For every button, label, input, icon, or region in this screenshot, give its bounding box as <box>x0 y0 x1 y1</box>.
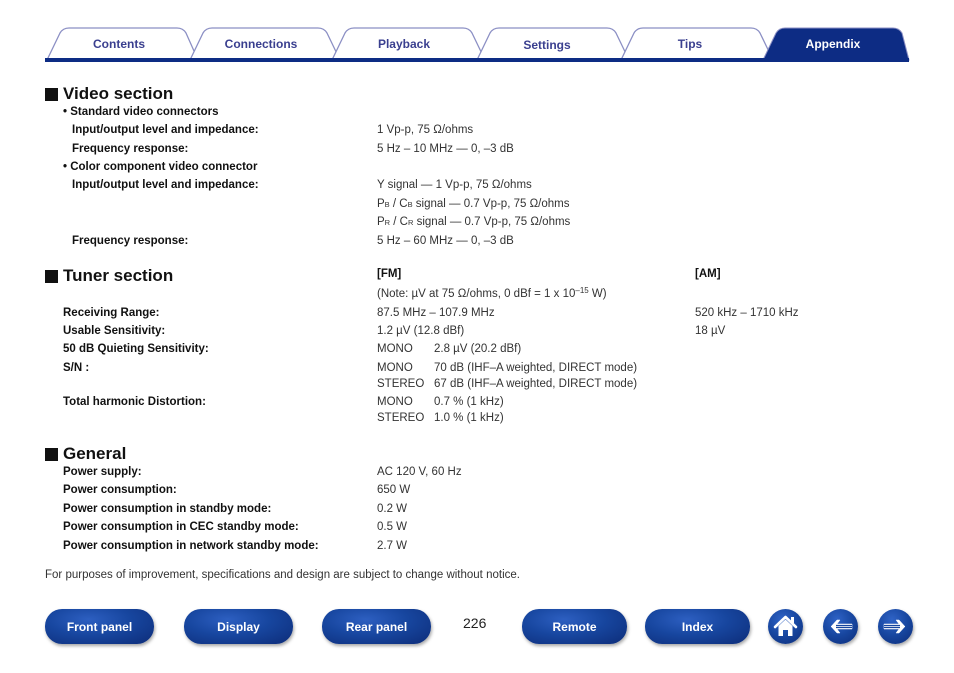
square-bullet-icon <box>45 87 58 101</box>
pb-main: P <box>377 198 385 210</box>
tab-connections[interactable]: Connections <box>211 37 311 51</box>
mode-mono: MONO <box>377 362 413 374</box>
pr-rest: signal — 0.7 Vp-p, 75 Ω/ohms <box>413 216 571 228</box>
usable-sensitivity-am: 18 µV <box>695 325 726 337</box>
sn-mono: MONO 70 dB (IHF–A weighted, DIRECT mode) <box>377 362 637 374</box>
general-row-label: Power consumption in standby mode: <box>63 503 272 515</box>
tuner-note: (Note: µV at 75 Ω/ohms, 0 dBf = 1 x 10–1… <box>377 286 607 301</box>
arrow-right-icon <box>883 619 906 634</box>
video-section-title: Video section <box>63 84 174 103</box>
component-pb-value: PB / CB signal — 0.7 Vp-p, 75 Ω/ohms <box>377 198 570 210</box>
sn-mono-value: 70 dB (IHF–A weighted, DIRECT mode) <box>434 362 638 374</box>
mode-mono: MONO <box>377 396 413 408</box>
receiving-range-am: 520 kHz – 1710 kHz <box>695 307 799 319</box>
general-section-heading: General <box>45 444 126 464</box>
standard-freq-value: 5 Hz – 10 MHz — 0, –3 dB <box>377 143 514 155</box>
home-button[interactable] <box>768 609 803 644</box>
usable-sensitivity-label: Usable Sensitivity: <box>63 325 166 337</box>
arrow-left-icon <box>830 619 853 634</box>
component-io-label: Input/output level and impedance: <box>72 179 259 191</box>
pr-main: P <box>377 216 385 228</box>
square-bullet-icon <box>45 447 58 461</box>
mode-mono: MONO <box>377 343 413 355</box>
am-header: [AM] <box>695 268 721 280</box>
thd-mono-value: 0.7 % (1 kHz) <box>434 396 504 408</box>
fm-header: [FM] <box>377 268 402 280</box>
sn-label: S/N : <box>63 362 90 374</box>
rear-panel-button[interactable]: Rear panel <box>322 609 431 644</box>
standard-video-heading: • Standard video connectors <box>63 106 219 118</box>
thd-label: Total harmonic Distortion: <box>63 396 206 408</box>
tab-playback[interactable]: Playback <box>354 37 454 51</box>
tuner-section-title: Tuner section <box>63 266 174 285</box>
component-freq-value: 5 Hz – 60 MHz — 0, –3 dB <box>377 235 514 247</box>
component-video-heading: • Color component video connector <box>63 161 258 173</box>
general-row-label: Power supply: <box>63 466 142 478</box>
receiving-range-label: Receiving Range: <box>63 307 160 319</box>
standard-freq-label: Frequency response: <box>72 143 189 155</box>
general-row-value: AC 120 V, 60 Hz <box>377 466 462 478</box>
pb-rest: signal — 0.7 Vp-p, 75 Ω/ohms <box>412 198 570 210</box>
display-button[interactable]: Display <box>184 609 293 644</box>
tabs-outline <box>46 27 910 61</box>
pr-sep: / C <box>390 216 408 228</box>
tab-underline <box>45 58 909 62</box>
component-pr-value: PR / CR signal — 0.7 Vp-p, 75 Ω/ohms <box>377 216 570 228</box>
general-row-value: 0.2 W <box>377 503 408 515</box>
tuner-section-heading: Tuner section <box>45 266 173 286</box>
general-row-value: 650 W <box>377 484 411 496</box>
tab-tips[interactable]: Tips <box>640 37 740 51</box>
chapter-tabs: Contents Connections Playback Settings T… <box>45 27 910 62</box>
component-y-value: Y signal — 1 Vp-p, 75 Ω/ohms <box>377 179 532 191</box>
tab-settings[interactable]: Settings <box>497 38 597 52</box>
general-row-label: Power consumption in CEC standby mode: <box>63 521 299 533</box>
tab-appendix[interactable]: Appendix <box>783 37 883 51</box>
thd-stereo: STEREO 1.0 % (1 kHz) <box>377 412 504 424</box>
forward-button[interactable] <box>878 609 913 644</box>
page-number: 226 <box>463 615 487 631</box>
general-row-value: 2.7 W <box>377 540 408 552</box>
note-exponent: –15 <box>575 286 589 295</box>
general-row-label: Power consumption: <box>63 484 177 496</box>
front-panel-button[interactable]: Front panel <box>45 609 154 644</box>
sn-stereo: STEREO 67 dB (IHF–A weighted, DIRECT mode… <box>377 378 637 390</box>
back-button[interactable] <box>823 609 858 644</box>
general-row-label: Power consumption in network standby mod… <box>63 540 319 552</box>
mode-stereo: STEREO <box>377 378 425 390</box>
standard-io-value: 1 Vp-p, 75 Ω/ohms <box>377 124 474 136</box>
note-prefix: (Note: µV at 75 Ω/ohms, 0 dBf = 1 x 10 <box>377 288 576 300</box>
note-suffix: W) <box>588 288 607 300</box>
remote-button[interactable]: Remote <box>522 609 627 644</box>
sn-stereo-value: 67 dB (IHF–A weighted, DIRECT mode) <box>434 378 638 390</box>
tab-contents[interactable]: Contents <box>69 37 169 51</box>
pb-sep: / C <box>389 198 408 210</box>
index-button[interactable]: Index <box>645 609 750 644</box>
general-section-title: General <box>63 444 127 463</box>
video-section-heading: Video section <box>45 84 173 104</box>
thd-mono: MONO 0.7 % (1 kHz) <box>377 396 504 408</box>
receiving-range-fm: 87.5 MHz – 107.9 MHz <box>377 307 495 319</box>
footnote: For purposes of improvement, specificati… <box>45 569 520 581</box>
quieting-sensitivity-fm: MONO 2.8 µV (20.2 dBf) <box>377 343 521 355</box>
thd-stereo-value: 1.0 % (1 kHz) <box>434 412 504 424</box>
quieting-sensitivity-label: 50 dB Quieting Sensitivity: <box>63 343 209 355</box>
general-row-value: 0.5 W <box>377 521 408 533</box>
mode-stereo: STEREO <box>377 412 425 424</box>
home-icon <box>773 615 798 636</box>
component-freq-label: Frequency response: <box>72 235 189 247</box>
square-bullet-icon <box>45 269 58 283</box>
quieting-value: 2.8 µV (20.2 dBf) <box>434 343 522 355</box>
standard-io-label: Input/output level and impedance: <box>72 124 259 136</box>
usable-sensitivity-fm: 1.2 µV (12.8 dBf) <box>377 325 465 337</box>
